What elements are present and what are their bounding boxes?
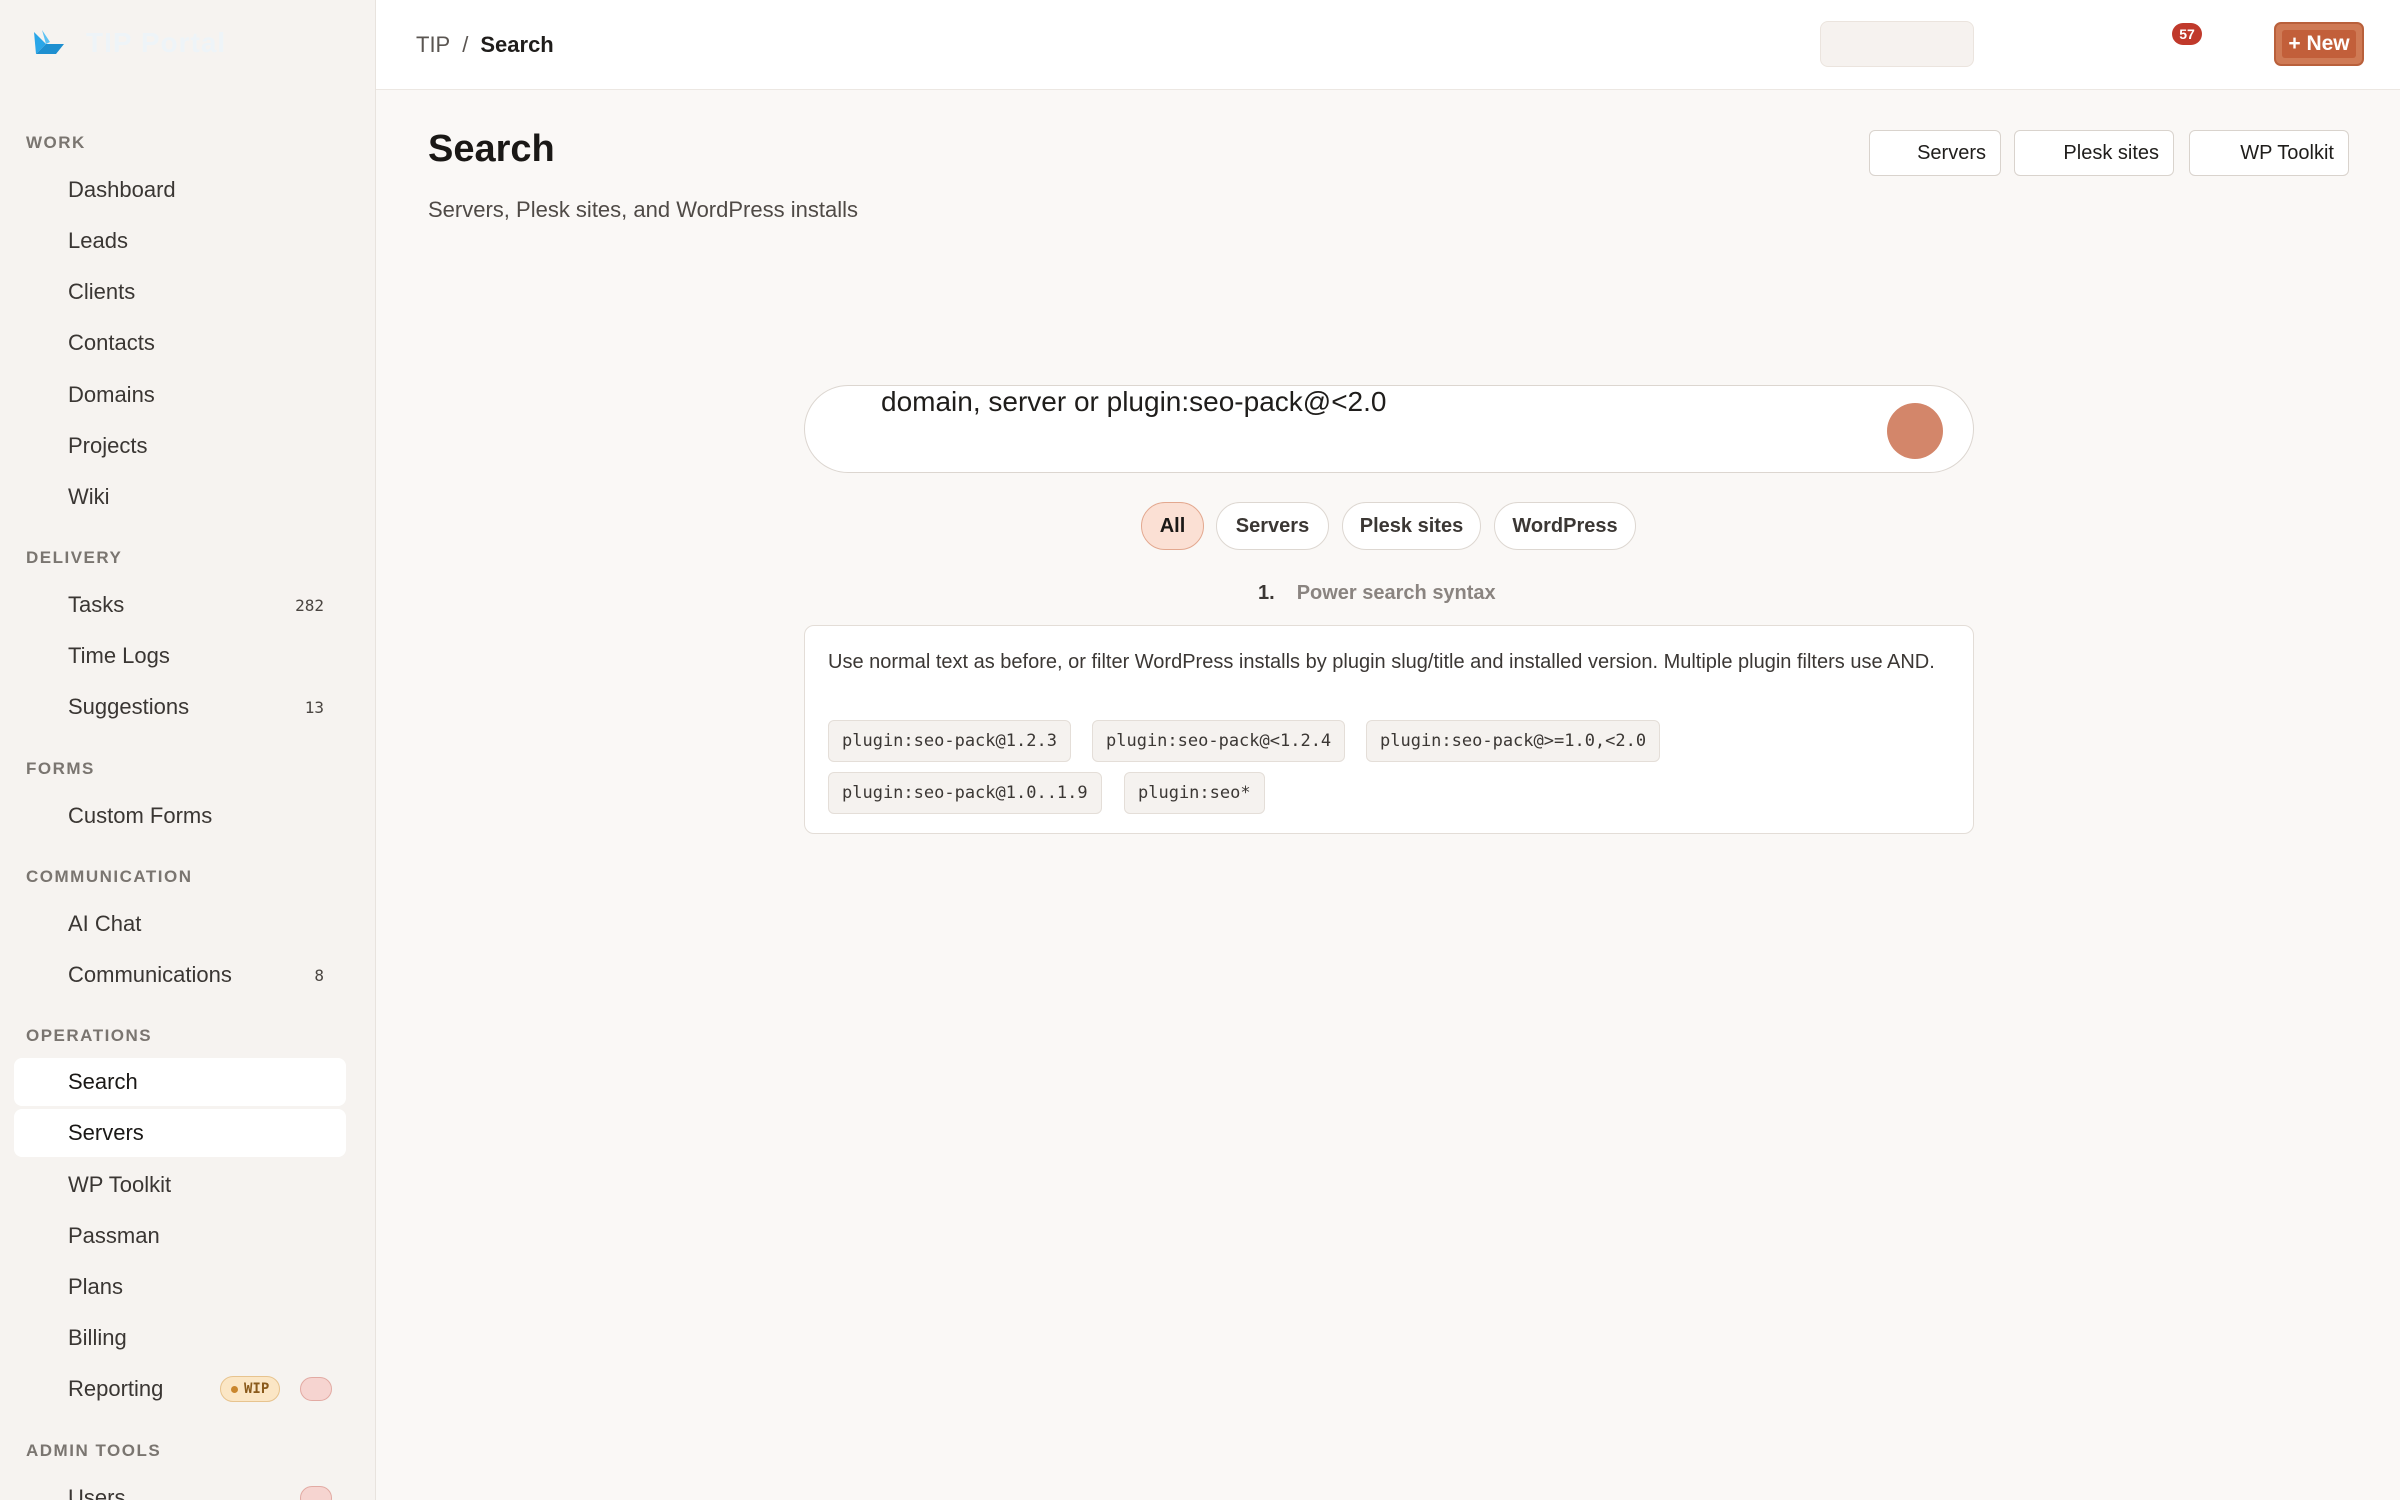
syntax-example-chip[interactable]: plugin:seo-pack@1.0..1.9 xyxy=(828,772,1102,814)
syntax-example-chip[interactable]: plugin:seo* xyxy=(1124,772,1265,814)
global-search-input[interactable] xyxy=(1820,21,1974,67)
sidebar-item-label: Reporting xyxy=(68,1376,164,1401)
sidebar-item-label: Suggestions xyxy=(68,694,190,719)
sidebar-item-label: Passman xyxy=(68,1223,160,1248)
breadcrumb: TIP / Search xyxy=(416,32,554,58)
syntax-example-chip[interactable]: plugin:seo-pack@1.2.3 xyxy=(828,720,1071,762)
search-input[interactable]: domain, server or plugin:seo-pack@<2.0 xyxy=(881,386,1386,418)
sidebar-item-label: AI Chat xyxy=(68,911,142,936)
notification-count-badge[interactable]: 57 xyxy=(2172,23,2202,45)
sidebar-item-label: Users xyxy=(68,1485,126,1500)
brand-logo[interactable]: TIP Portal xyxy=(32,26,226,60)
syntax-heading: Power search syntax xyxy=(1296,582,1496,604)
sidebar-item-label: Billing xyxy=(68,1325,127,1350)
users-toggle[interactable] xyxy=(300,1486,332,1500)
sidebar-item-contacts[interactable]: Contacts xyxy=(14,319,346,367)
syntax-number: 1. xyxy=(1258,582,1275,604)
status-dot-icon xyxy=(231,1385,238,1393)
syntax-description: Use normal text as before, or filter Wor… xyxy=(828,651,1935,673)
sidebar-item-reporting[interactable]: Reporting WIP xyxy=(14,1365,346,1413)
brand-name: TIP Portal xyxy=(86,27,227,58)
sidebar-item-tasks[interactable]: Tasks 282 xyxy=(14,581,346,629)
sidebar-item-label: Projects xyxy=(68,433,148,458)
sidebar-item-plans[interactable]: Plans xyxy=(14,1263,346,1311)
wip-badge: WIP xyxy=(220,1376,281,1402)
new-button-label: + New xyxy=(2282,30,2356,58)
sidebar-item-ai-chat[interactable]: AI Chat xyxy=(14,900,346,948)
brand-bird-icon xyxy=(34,30,64,54)
nav-section-operations: OPERATIONS xyxy=(26,1026,153,1045)
wp-toolkit-button[interactable]: WP Toolkit xyxy=(2189,130,2349,176)
topbar: TIP / Search 57 + New xyxy=(376,0,2400,90)
filter-chip-servers[interactable]: Servers xyxy=(1216,502,1329,550)
sidebar-item-users[interactable]: Users xyxy=(14,1474,346,1500)
sidebar-item-domains[interactable]: Domains xyxy=(14,371,346,419)
filter-chip-all[interactable]: All xyxy=(1141,502,1204,550)
sidebar-item-label: Domains xyxy=(68,382,155,407)
sidebar-item-wiki[interactable]: Wiki xyxy=(14,473,346,521)
sidebar-item-count: 8 xyxy=(314,965,324,985)
wip-badge-label: WIP xyxy=(244,1381,270,1397)
sidebar-item-label: Plans xyxy=(68,1274,124,1299)
sidebar-item-dashboard[interactable]: Dashboard xyxy=(14,166,346,214)
breadcrumb-current: Search xyxy=(480,32,554,57)
search-bar[interactable]: domain, server or plugin:seo-pack@<2.0 xyxy=(804,385,1974,473)
page-title: Search xyxy=(428,128,555,170)
sidebar-item-passman[interactable]: Passman xyxy=(14,1212,346,1260)
nav-section-admin-tools: ADMIN TOOLS xyxy=(26,1441,162,1460)
sidebar: TIP Portal WORK Dashboard Leads Clients … xyxy=(0,0,376,1500)
reporting-toggle[interactable] xyxy=(300,1377,332,1401)
sidebar-item-servers[interactable]: Servers xyxy=(14,1109,346,1157)
sidebar-item-wp-toolkit[interactable]: WP Toolkit xyxy=(14,1161,346,1209)
nav-section-forms: FORMS xyxy=(26,759,95,778)
sidebar-item-count: 13 xyxy=(304,697,324,717)
sidebar-item-label: Servers xyxy=(68,1120,144,1145)
syntax-example-chip[interactable]: plugin:seo-pack@>=1.0,<2.0 xyxy=(1366,720,1661,762)
syntax-example-chip[interactable]: plugin:seo-pack@<1.2.4 xyxy=(1092,720,1346,762)
sidebar-item-label: Tasks xyxy=(68,592,125,617)
sidebar-item-time-logs[interactable]: Time Logs xyxy=(14,632,346,680)
nav-section-work: WORK xyxy=(26,133,86,152)
sidebar-item-leads[interactable]: Leads xyxy=(14,217,346,265)
nav-section-delivery: DELIVERY xyxy=(26,548,123,567)
page-subtitle: Servers, Plesk sites, and WordPress inst… xyxy=(428,197,858,222)
breadcrumb-separator: / xyxy=(462,32,469,57)
nav-section-communication: COMMUNICATION xyxy=(26,867,193,886)
sidebar-item-communications[interactable]: Communications 8 xyxy=(14,951,346,999)
sidebar-item-label: WP Toolkit xyxy=(68,1172,172,1197)
sidebar-item-label: Search xyxy=(68,1069,138,1094)
sidebar-item-search[interactable]: Search xyxy=(14,1058,346,1106)
sidebar-item-projects[interactable]: Projects xyxy=(14,422,346,470)
sidebar-item-clients[interactable]: Clients xyxy=(14,268,346,316)
syntax-toggle[interactable]: 1. Power search syntax xyxy=(1258,582,1496,605)
servers-button[interactable]: Servers xyxy=(1869,130,2001,176)
sidebar-item-count: 282 xyxy=(295,595,324,615)
sidebar-item-label: Custom Forms xyxy=(68,803,213,828)
sidebar-item-label: Wiki xyxy=(68,484,110,509)
breadcrumb-root[interactable]: TIP xyxy=(416,32,450,58)
search-submit-button[interactable] xyxy=(1887,403,1943,459)
new-button[interactable]: + New xyxy=(2274,22,2364,66)
sidebar-item-label: Time Logs xyxy=(68,643,170,668)
sidebar-item-billing[interactable]: Billing xyxy=(14,1314,346,1362)
sidebar-item-label: Contacts xyxy=(68,330,155,355)
sidebar-item-label: Communications xyxy=(68,962,232,987)
filter-chip-wordpress[interactable]: WordPress xyxy=(1494,502,1636,550)
filter-chip-plesk-sites[interactable]: Plesk sites xyxy=(1342,502,1481,550)
sidebar-item-custom-forms[interactable]: Custom Forms xyxy=(14,792,346,840)
plesk-sites-button[interactable]: Plesk sites xyxy=(2014,130,2174,176)
sidebar-item-label: Dashboard xyxy=(68,177,176,202)
sidebar-item-label: Leads xyxy=(68,228,128,253)
sidebar-item-label: Clients xyxy=(68,279,136,304)
sidebar-item-suggestions[interactable]: Suggestions 13 xyxy=(14,683,346,731)
syntax-help-card: Use normal text as before, or filter Wor… xyxy=(804,625,1974,834)
